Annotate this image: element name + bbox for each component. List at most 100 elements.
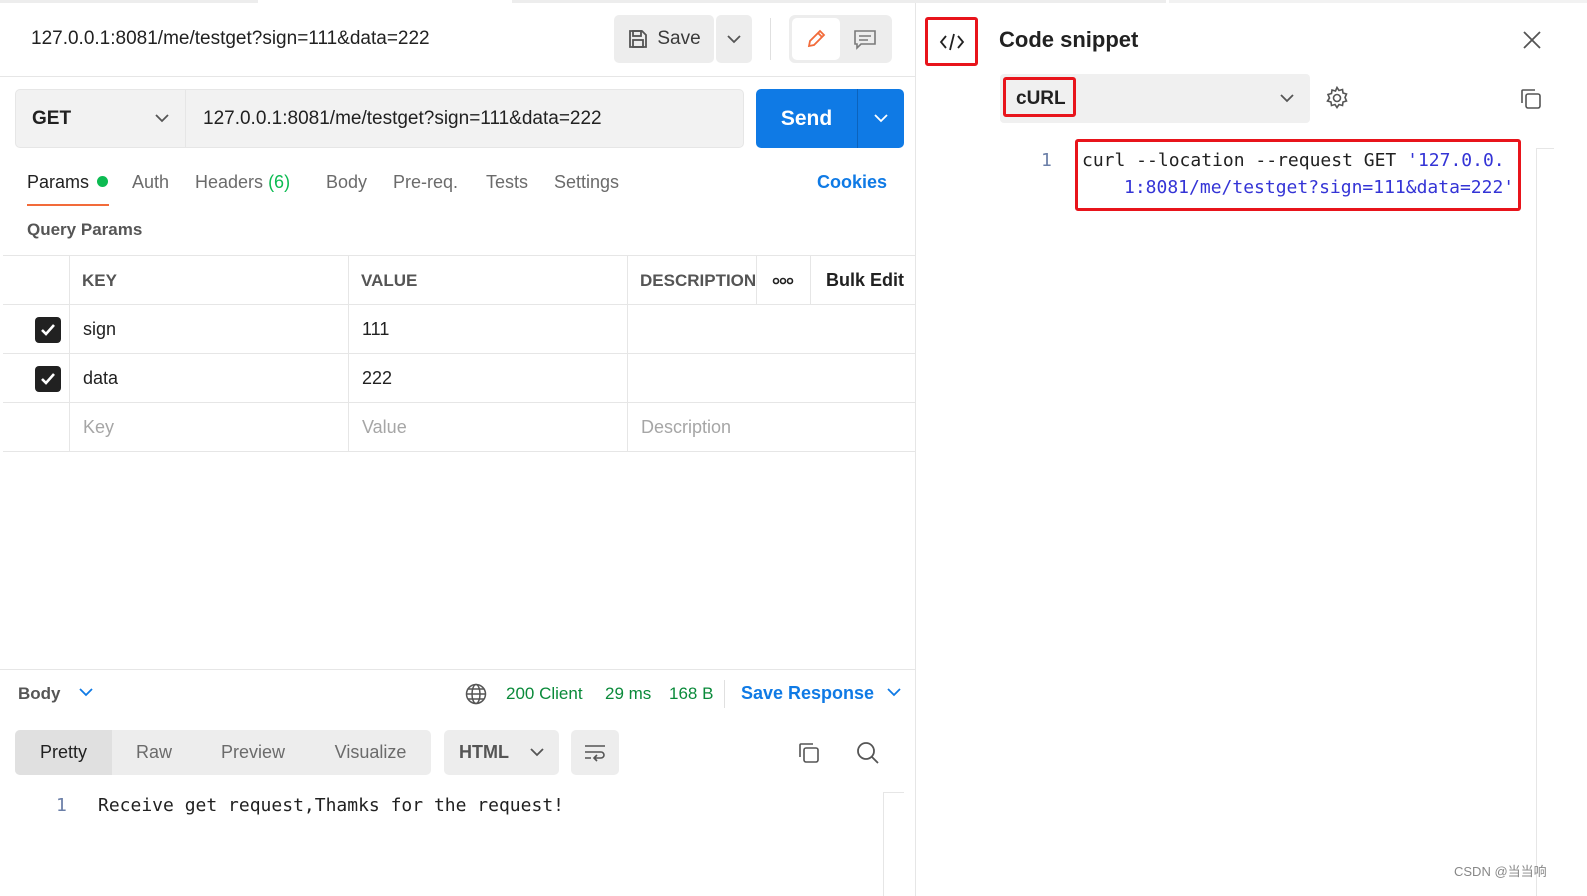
divider — [756, 255, 757, 304]
wrap-lines-icon — [585, 744, 605, 762]
search-icon[interactable] — [856, 741, 880, 765]
comment-mode-button[interactable] — [842, 18, 888, 60]
more-options-button[interactable] — [757, 256, 809, 305]
more-horizontal-icon — [772, 277, 794, 284]
save-label: Save — [657, 28, 701, 49]
view-preview-button[interactable]: Preview — [196, 730, 310, 775]
divider — [348, 255, 349, 451]
tab-label: Params — [27, 172, 90, 192]
params-active-dot — [97, 176, 109, 187]
save-options-button[interactable] — [716, 15, 752, 63]
bulk-edit-button[interactable]: Bulk Edit — [826, 256, 904, 305]
response-size[interactable]: 168 B — [669, 684, 713, 704]
response-body-toggle[interactable]: Body — [18, 684, 93, 704]
active-tab-indicator — [27, 204, 109, 206]
request-title[interactable]: 127.0.0.1:8081/me/testget?sign=111&data=… — [31, 28, 430, 50]
format-label: HTML — [459, 742, 509, 762]
save-button[interactable]: Save — [614, 15, 714, 63]
tab-auth[interactable]: Auth — [132, 172, 169, 193]
chevron-down-icon — [874, 114, 888, 123]
chevron-down-icon — [887, 688, 901, 697]
scrollbar-track[interactable] — [1536, 148, 1537, 896]
param-key-cell[interactable]: data — [83, 354, 118, 403]
code-icon-button[interactable] — [925, 17, 978, 66]
status-code[interactable]: 200 Client — [506, 684, 583, 704]
divider — [810, 255, 811, 304]
query-params-title: Query Params — [27, 220, 143, 239]
wrap-lines-button[interactable] — [571, 730, 619, 775]
copy-icon[interactable] — [797, 741, 821, 765]
save-response-button[interactable]: Save Response — [741, 683, 901, 704]
save-icon — [629, 30, 648, 48]
line-number: 1 — [1041, 150, 1052, 171]
table-row-new: Key Value Description — [3, 402, 915, 451]
response-body-text[interactable]: Receive get request,Thamks for the reque… — [98, 795, 564, 816]
scrollbar-track[interactable] — [883, 792, 884, 896]
line-number: 1 — [56, 795, 67, 816]
tab-strip-line — [512, 0, 916, 3]
divider — [724, 680, 725, 708]
chevron-down-icon — [727, 34, 741, 43]
table-bottom-border — [3, 451, 915, 452]
globe-icon[interactable] — [465, 683, 487, 705]
tab-body[interactable]: Body — [326, 172, 367, 193]
divider — [0, 76, 916, 77]
view-raw-button[interactable]: Raw — [112, 730, 196, 775]
code-snippet-title: Code snippet — [999, 27, 1139, 52]
divider — [770, 18, 771, 60]
tab-strip-line — [0, 0, 258, 3]
divider — [1536, 148, 1554, 149]
format-select[interactable]: HTML — [444, 730, 559, 775]
gear-icon[interactable] — [1325, 86, 1349, 110]
headers-count: (6) — [268, 172, 291, 192]
view-mode-segmented-control: Pretty Raw Preview Visualize — [15, 730, 431, 775]
description-placeholder-input[interactable]: Description — [641, 403, 731, 452]
copy-icon[interactable] — [1519, 87, 1543, 111]
divider — [883, 792, 904, 793]
tab-tests[interactable]: Tests — [486, 172, 528, 193]
edit-mode-button[interactable] — [792, 18, 840, 60]
param-value-cell[interactable]: 111 — [362, 305, 389, 354]
tab-pre-request[interactable]: Pre-req. — [393, 172, 458, 193]
send-button-group: Send — [756, 89, 904, 148]
send-options-button[interactable] — [858, 89, 904, 148]
code-icon — [939, 33, 964, 50]
view-pretty-button[interactable]: Pretty — [15, 730, 112, 775]
table-header-row: KEY VALUE DESCRIPTION Bulk Edit — [3, 255, 915, 305]
response-time[interactable]: 29 ms — [605, 684, 651, 704]
view-visualize-button[interactable]: Visualize — [310, 730, 431, 775]
param-key-cell[interactable]: sign — [83, 305, 116, 354]
tab-strip-line — [916, 0, 1166, 3]
tab-label: Headers — [195, 172, 264, 192]
key-placeholder-input[interactable]: Key — [83, 403, 114, 452]
row-checkbox[interactable] — [35, 305, 61, 354]
close-icon[interactable] — [1522, 30, 1542, 50]
column-header-description: DESCRIPTION — [640, 270, 757, 290]
method-select[interactable]: GET — [15, 89, 186, 148]
save-response-label: Save Response — [741, 683, 875, 703]
row-checkbox[interactable] — [35, 354, 61, 403]
cookies-link[interactable]: Cookies — [817, 172, 887, 193]
chevron-down-icon — [155, 114, 169, 123]
param-value-cell[interactable]: 222 — [362, 354, 392, 403]
response-body-label: Body — [18, 684, 61, 703]
code-highlight — [1075, 139, 1521, 211]
url-input[interactable]: 127.0.0.1:8081/me/testget?sign=111&data=… — [186, 89, 744, 148]
divider — [0, 669, 916, 670]
tab-settings[interactable]: Settings — [554, 172, 619, 193]
pencil-icon — [807, 29, 826, 48]
tab-strip-line — [1169, 0, 1587, 3]
tab-params[interactable]: Params — [27, 172, 109, 193]
tab-headers[interactable]: Headers (6) — [195, 172, 290, 193]
table-row: data 222 — [3, 353, 915, 402]
chevron-down-icon — [1280, 94, 1294, 103]
method-label: GET — [32, 107, 72, 129]
chevron-down-icon — [79, 688, 93, 697]
language-highlight — [1003, 77, 1076, 117]
divider — [627, 255, 628, 451]
watermark: CSDN @当当响 — [1454, 864, 1547, 879]
send-button[interactable]: Send — [756, 89, 857, 148]
value-placeholder-input[interactable]: Value — [362, 403, 407, 452]
request-pane: 127.0.0.1:8081/me/testget?sign=111&data=… — [0, 0, 916, 896]
column-header-key: KEY — [82, 270, 117, 290]
